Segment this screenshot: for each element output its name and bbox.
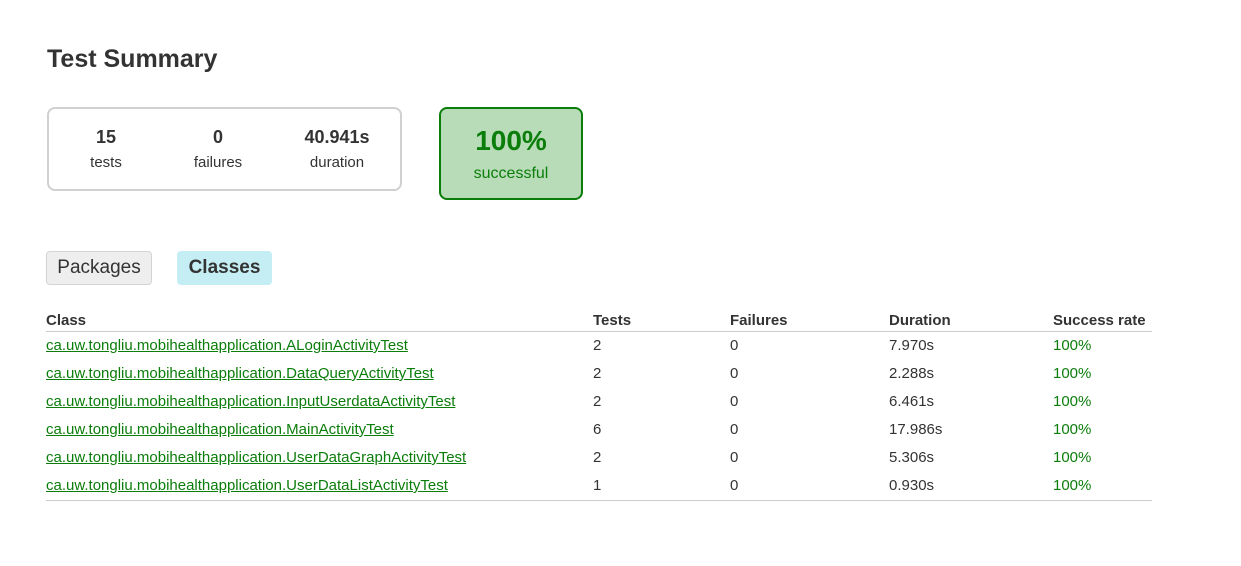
cell-success-rate: 100%	[1053, 472, 1152, 501]
header-class: Class	[46, 310, 593, 332]
duration-label: duration	[309, 154, 365, 171]
class-link[interactable]: ca.uw.tongliu.mobihealthapplication.User…	[46, 477, 448, 494]
success-percent: 100%	[475, 125, 547, 156]
cell-failures: 0	[730, 365, 739, 382]
cell-duration: 0.930s	[889, 472, 1053, 501]
tab-classes[interactable]: Classes	[177, 251, 272, 285]
failures-label: failures	[193, 154, 243, 171]
cell-success-rate: 100%	[1053, 337, 1092, 354]
cell-tests: 6	[593, 421, 602, 438]
table-header-row: Class Tests Failures Duration Success ra…	[46, 310, 1152, 332]
header-tests: Tests	[593, 310, 730, 332]
cell-failures: 0	[730, 393, 739, 410]
cell-failures: 0	[730, 472, 889, 501]
cell-success-rate: 100%	[1053, 365, 1092, 382]
cell-duration: 6.461s	[889, 393, 935, 410]
class-link[interactable]: ca.uw.tongliu.mobihealthapplication.Main…	[46, 421, 394, 438]
tests-counter: 15 tests	[56, 125, 156, 173]
test-report-page: Test Summary 15 tests 0 failures 40.941s…	[0, 0, 1241, 566]
cell-success-rate: 100%	[1053, 393, 1092, 410]
table-row: ca.uw.tongliu.mobihealthapplication.Data…	[46, 360, 1152, 388]
cell-duration: 2.288s	[889, 365, 935, 382]
cell-success-rate: 100%	[1053, 421, 1092, 438]
table-row: ca.uw.tongliu.mobihealthapplication.Inpu…	[46, 388, 1152, 416]
class-link[interactable]: ca.uw.tongliu.mobihealthapplication.Inpu…	[46, 393, 455, 410]
header-duration: Duration	[889, 310, 1053, 332]
table-row: ca.uw.tongliu.mobihealthapplication.ALog…	[46, 332, 1152, 361]
cell-tests: 2	[593, 365, 602, 382]
class-link[interactable]: ca.uw.tongliu.mobihealthapplication.User…	[46, 449, 466, 466]
duration-counter: 40.941s duration	[287, 125, 387, 173]
header-failures: Failures	[730, 310, 889, 332]
success-rate-box: 100% successful	[439, 107, 583, 200]
failures-counter: 0 failures	[168, 125, 268, 173]
cell-failures: 0	[730, 337, 739, 354]
cell-tests: 2	[593, 337, 602, 354]
classes-table: Class Tests Failures Duration Success ra…	[46, 310, 1152, 501]
table-row: ca.uw.tongliu.mobihealthapplication.Main…	[46, 416, 1152, 444]
summary-box: 15 tests 0 failures 40.941s duration	[47, 107, 402, 191]
cell-tests: 1	[593, 472, 730, 501]
cell-duration: 7.970s	[889, 337, 935, 354]
cell-success-rate: 100%	[1053, 449, 1092, 466]
class-link[interactable]: ca.uw.tongliu.mobihealthapplication.ALog…	[46, 337, 408, 354]
tests-count: 15	[95, 127, 117, 147]
tab-packages[interactable]: Packages	[46, 251, 152, 285]
page-title: Test Summary	[47, 45, 218, 73]
cell-tests: 2	[593, 449, 602, 466]
failures-count: 0	[212, 127, 223, 147]
duration-value: 40.941s	[304, 127, 370, 147]
cell-duration: 5.306s	[889, 449, 935, 466]
cell-tests: 2	[593, 393, 602, 410]
table-row: ca.uw.tongliu.mobihealthapplication.User…	[46, 444, 1152, 472]
cell-duration: 17.986s	[889, 421, 943, 438]
cell-failures: 0	[730, 421, 739, 438]
header-success-rate: Success rate	[1053, 310, 1152, 332]
cell-failures: 0	[730, 449, 739, 466]
class-link[interactable]: ca.uw.tongliu.mobihealthapplication.Data…	[46, 365, 434, 382]
tests-label: tests	[90, 154, 122, 171]
table-row: ca.uw.tongliu.mobihealthapplication.User…	[46, 472, 1152, 501]
success-label: successful	[473, 165, 549, 182]
